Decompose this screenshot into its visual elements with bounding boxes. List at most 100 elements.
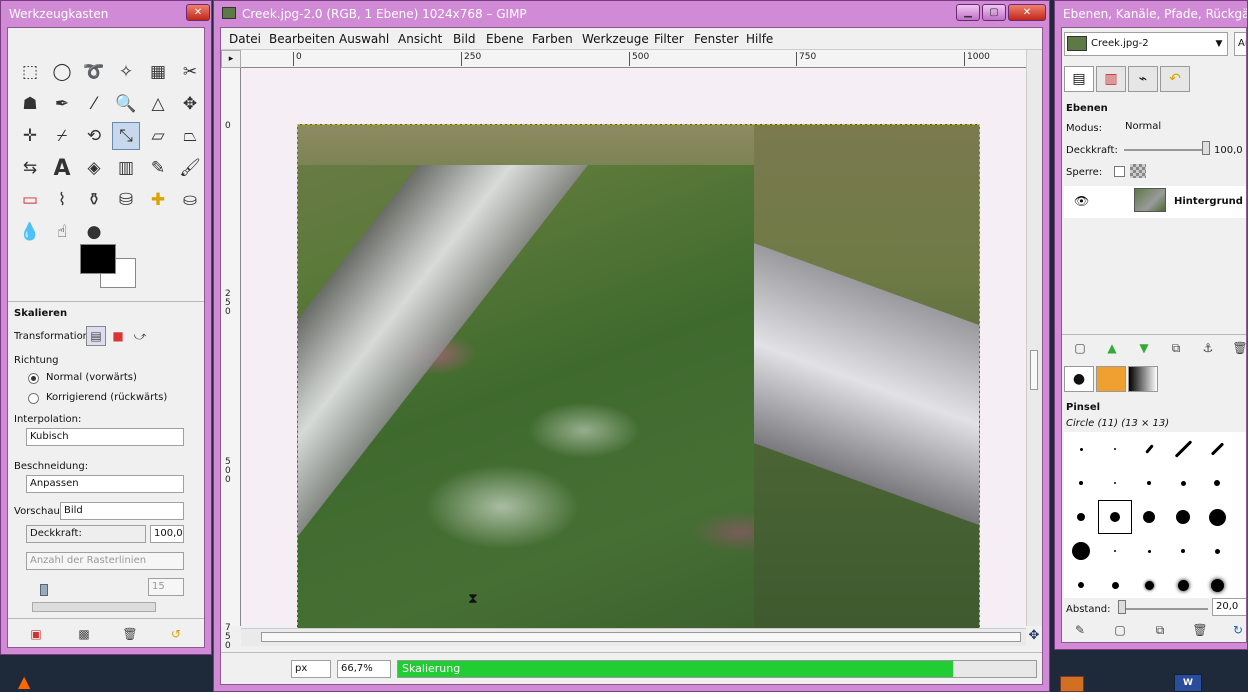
direction-normal-radio[interactable] xyxy=(28,373,39,384)
lock-alpha-icon[interactable] xyxy=(1130,164,1146,178)
brush-item[interactable] xyxy=(1200,534,1234,568)
chevron-down-icon[interactable]: ▼ xyxy=(1212,34,1226,54)
restore-options-icon[interactable]: ▩ xyxy=(74,624,94,644)
eraser-icon[interactable]: ▭ xyxy=(16,186,44,214)
mode-select[interactable]: Normal xyxy=(1122,119,1246,137)
navigate-icon[interactable]: ✥ xyxy=(1026,628,1042,646)
blur-icon[interactable]: 💧 xyxy=(16,218,44,246)
lasso-icon[interactable]: ➰ xyxy=(80,58,108,86)
eye-visibility-icon[interactable]: 👁 xyxy=(1074,194,1089,208)
refresh-brushes-icon[interactable]: ↻ xyxy=(1228,620,1246,640)
flip-icon[interactable]: ⇆ xyxy=(16,154,44,182)
options-scrollbar[interactable] xyxy=(32,602,156,612)
bucket-fill-icon[interactable]: ◈ xyxy=(80,154,108,182)
brush-item[interactable] xyxy=(1098,568,1132,602)
paths-icon[interactable]: ✒ xyxy=(48,90,76,118)
pencil-icon[interactable]: ✎ xyxy=(144,154,172,182)
color-picker-icon[interactable]: ⁄ xyxy=(80,90,108,118)
foreground-color-swatch[interactable] xyxy=(80,244,116,274)
spacing-handle[interactable] xyxy=(1118,600,1126,614)
menu-werkzeuge[interactable]: Werkzeuge xyxy=(582,32,649,46)
vertical-scroll-thumb[interactable] xyxy=(1030,350,1038,390)
brush-item[interactable] xyxy=(1064,568,1098,602)
brush-item[interactable] xyxy=(1200,568,1234,602)
tab-undo[interactable]: ↶ xyxy=(1160,66,1190,92)
anchor-layer-icon[interactable]: ⚓ xyxy=(1198,338,1218,358)
horizontal-scrollbar[interactable] xyxy=(241,628,1026,646)
scissors-icon[interactable]: ✂ xyxy=(176,58,204,86)
brush-item[interactable] xyxy=(1132,534,1166,568)
brush-item[interactable] xyxy=(1132,432,1166,466)
transform-path-icon[interactable]: ⤻ xyxy=(130,326,150,346)
heal-icon[interactable]: ✚ xyxy=(144,186,172,214)
delete-options-icon[interactable]: 🗑 xyxy=(120,624,140,644)
text-icon[interactable]: A xyxy=(48,154,76,182)
vlc-icon[interactable]: ▲ xyxy=(18,672,30,691)
brush-item[interactable] xyxy=(1166,534,1200,568)
close-button[interactable]: ✕ xyxy=(186,4,210,21)
shear-icon[interactable]: ▱ xyxy=(144,122,172,150)
layer-row[interactable]: 👁 Hintergrund xyxy=(1064,186,1246,218)
spacing-slider[interactable] xyxy=(1118,608,1208,610)
reset-options-icon[interactable]: ↺ xyxy=(166,624,186,644)
minimize-button[interactable]: ▁ xyxy=(956,4,980,21)
duplicate-brush-icon[interactable]: ⧉ xyxy=(1150,620,1170,640)
close-button[interactable]: ✕ xyxy=(1008,4,1046,21)
menu-fenster[interactable]: Fenster xyxy=(694,32,739,46)
lock-pixels-checkbox[interactable] xyxy=(1114,166,1125,177)
scale-icon[interactable]: ⤡ xyxy=(112,122,140,150)
raise-layer-icon[interactable]: ▲ xyxy=(1102,338,1122,358)
image-canvas[interactable]: ⧗ xyxy=(241,68,1026,635)
menu-datei[interactable]: Datei xyxy=(229,32,261,46)
delete-layer-icon[interactable]: 🗑 xyxy=(1230,338,1246,358)
brush-item[interactable] xyxy=(1064,500,1098,534)
color-select-icon[interactable]: ▦ xyxy=(144,58,172,86)
perspective-clone-icon[interactable]: ⛀ xyxy=(176,186,204,214)
maximize-button[interactable]: ▢ xyxy=(982,4,1006,21)
word-icon[interactable]: W xyxy=(1174,674,1202,692)
move-icon[interactable]: ✥ xyxy=(176,90,204,118)
new-layer-icon[interactable]: ▢ xyxy=(1070,338,1090,358)
menu-bearbeiten[interactable]: Bearbeiten xyxy=(269,32,335,46)
tab-brushes[interactable]: ● xyxy=(1064,366,1094,392)
dodge-burn-icon[interactable]: ● xyxy=(80,218,108,246)
foreground-select-icon[interactable]: ☗ xyxy=(16,90,44,118)
interpolation-select[interactable]: Kubisch xyxy=(26,428,184,446)
tab-patterns[interactable] xyxy=(1096,366,1126,392)
brush-item[interactable] xyxy=(1098,432,1132,466)
delete-brush-icon[interactable]: 🗑 xyxy=(1190,620,1210,640)
brush-item[interactable] xyxy=(1132,466,1166,500)
menu-bild[interactable]: Bild xyxy=(453,32,476,46)
grid-lines-count[interactable]: 15 xyxy=(148,578,184,596)
brush-item[interactable] xyxy=(1200,466,1234,500)
align-icon[interactable]: ✛ xyxy=(16,122,44,150)
edit-brush-icon[interactable]: ✎ xyxy=(1070,620,1090,640)
duplicate-layer-icon[interactable]: ⧉ xyxy=(1166,338,1186,358)
brush-item[interactable] xyxy=(1132,568,1166,602)
brush-item[interactable] xyxy=(1166,500,1200,534)
menu-ebene[interactable]: Ebene xyxy=(486,32,524,46)
save-options-icon[interactable]: ▣ xyxy=(26,624,46,644)
brush-item-selected[interactable] xyxy=(1098,500,1132,534)
direction-corrective-radio[interactable] xyxy=(28,393,39,404)
brush-item[interactable] xyxy=(1166,432,1200,466)
brush-item[interactable] xyxy=(1200,432,1234,466)
menu-farben[interactable]: Farben xyxy=(532,32,573,46)
layer-opacity-slider[interactable] xyxy=(1124,149,1206,151)
zoom-select[interactable]: 66,7% xyxy=(337,660,391,678)
tab-gradients[interactable] xyxy=(1128,366,1158,392)
brush-item[interactable] xyxy=(1064,466,1098,500)
menu-auswahl[interactable]: Auswahl xyxy=(339,32,389,46)
brush-item[interactable] xyxy=(1064,432,1098,466)
spacing-value[interactable]: 20,0 xyxy=(1212,598,1246,616)
clipping-select[interactable]: Anpassen xyxy=(26,475,184,493)
opacity-slider[interactable]: Deckkraft: xyxy=(26,525,146,543)
layer-opacity-handle[interactable] xyxy=(1202,141,1210,155)
zoom-icon[interactable]: 🔍 xyxy=(112,90,140,118)
measure-icon[interactable]: △ xyxy=(144,90,172,118)
lower-layer-icon[interactable]: ▼ xyxy=(1134,338,1154,358)
rotate-icon[interactable]: ⟲ xyxy=(80,122,108,150)
paintbrush-icon[interactable]: 🖌 xyxy=(176,154,204,182)
ink-icon[interactable]: ⚱ xyxy=(80,186,108,214)
grid-lines-select[interactable]: Anzahl der Rasterlinien xyxy=(26,552,184,570)
